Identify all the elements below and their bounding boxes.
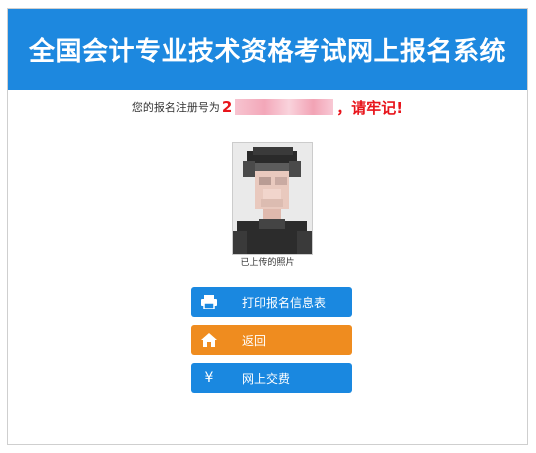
system-title: 全国会计专业技术资格考试网上报名系统: [28, 37, 506, 67]
photo-caption: 已上传的照片: [240, 258, 295, 268]
back-button-label: 返回: [242, 333, 267, 348]
page-frame: 全国会计专业技术资格考试网上报名系统 您的报名注册号为 2 ，请牢记! 已上传的…: [7, 8, 528, 445]
registration-number-redacted: [235, 99, 334, 115]
back-button[interactable]: 返回: [191, 325, 352, 355]
printer-icon: [191, 295, 227, 309]
page-header: 全国会计专业技术资格考试网上报名系统: [8, 9, 527, 90]
online-payment-button[interactable]: ¥ 网上交费: [191, 363, 352, 393]
registration-notice: 您的报名注册号为 2 ，请牢记!: [8, 95, 527, 119]
yen-icon: ¥: [204, 370, 214, 386]
pay-button-label: 网上交费: [242, 371, 291, 386]
photo-image: [233, 143, 312, 254]
registration-reminder: ，请牢记!: [336, 98, 404, 117]
registration-number: 2: [221, 98, 233, 116]
print-registration-form-button[interactable]: 打印报名信息表: [191, 287, 352, 317]
print-button-label: 打印报名信息表: [242, 295, 327, 310]
uploaded-photo: [232, 142, 313, 255]
registration-prefix: 您的报名注册号为: [131, 101, 220, 114]
home-icon: [191, 333, 227, 347]
